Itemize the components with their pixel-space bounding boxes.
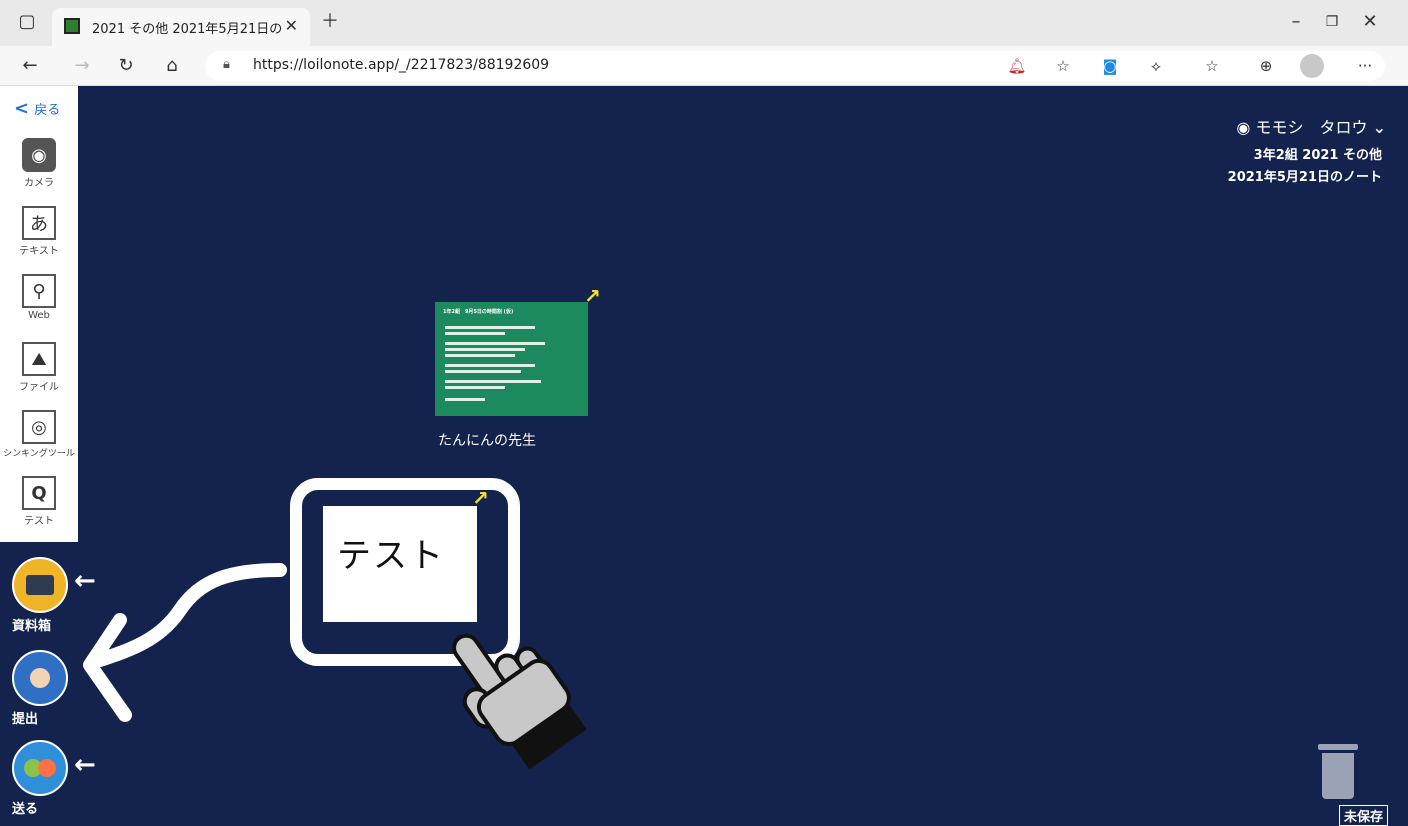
chevron-left-icon: < (14, 98, 30, 119)
tool-label: テスト (24, 516, 54, 527)
tool-label: カメラ (24, 178, 54, 189)
reload-icon[interactable]: ↻ (114, 54, 138, 78)
forward-arrow-icon[interactable]: → (70, 54, 94, 78)
image-file-icon: ⛰ (22, 342, 56, 376)
tool-thinking[interactable]: ◎ シンキングツール (0, 410, 78, 459)
new-tab-icon[interactable]: ＋ (318, 10, 342, 34)
text-icon: あ (22, 206, 56, 240)
tool-label: テキスト (19, 246, 59, 257)
arrow-left-icon: ← (74, 750, 96, 780)
screen-capture-icon[interactable]: ◙ (1098, 54, 1122, 78)
tool-test[interactable]: Q テスト (0, 476, 78, 527)
extensions-icon[interactable]: ⟡ (1144, 54, 1168, 78)
tool-label: Web (28, 310, 50, 321)
restore-icon[interactable]: ❐ (1320, 10, 1344, 34)
tool-web[interactable]: ⚲ Web (0, 274, 78, 321)
tool-label: シンキングツール (3, 449, 75, 459)
back-button[interactable]: < 戻る (14, 98, 60, 119)
card-thumbnail[interactable]: テスト (323, 506, 477, 622)
notification-blocked-icon[interactable]: 🔔︎ (1005, 54, 1029, 78)
back-label: 戻る (34, 103, 61, 118)
close-window-icon[interactable]: ✕ (1358, 10, 1382, 34)
tab-actions-icon[interactable]: ▢ (14, 10, 40, 34)
tab-title: 2021 その他 2021年5月21日のノ- (92, 22, 282, 37)
open-card-arrow-icon[interactable]: ↗ (584, 284, 601, 308)
browser-nav-bar: ← → ↻ ⌂ 🔒︎ https://loilonote.app/_/22178… (0, 46, 1408, 86)
thumb-text: テスト (337, 536, 445, 576)
back-arrow-icon[interactable]: ← (18, 54, 42, 78)
card-thumbnail[interactable]: 1年2組 9月5日の時間割 (仮) (435, 302, 588, 416)
thinking-tool-icon: ◎ (22, 410, 56, 444)
tool-label: ファイル (19, 382, 59, 393)
user-name: モモシ タロウ (1255, 118, 1368, 137)
annotation-arrow-icon (83, 563, 287, 722)
profile-avatar-icon[interactable] (1300, 54, 1324, 78)
favorites-icon[interactable]: ☆ (1200, 54, 1224, 78)
pointing-hand-icon (452, 633, 587, 770)
browser-tab-bar: ▢ 2021 その他 2021年5月21日のノ- ✕ ＋ – ❐ ✕ (0, 0, 1408, 46)
send-label: 送る (12, 802, 39, 817)
test-icon: Q (22, 476, 56, 510)
open-card-arrow-icon[interactable]: ↗ (472, 486, 489, 510)
user-menu[interactable]: ◉ モモシ タロウ ⌄ (1236, 114, 1386, 138)
more-menu-icon[interactable]: ··· (1350, 54, 1380, 78)
chevron-down-icon: ⌄ (1372, 118, 1386, 137)
web-search-icon: ⚲ (22, 274, 56, 308)
minimize-icon[interactable]: – (1284, 10, 1308, 34)
tool-sidebar: < 戻る ◉ カメラ あ テキスト ⚲ Web ⛰ ファイル ◎ シンキングツー… (0, 86, 78, 542)
url-text: https://loilonote.app/_/2217823/88192609 (253, 57, 550, 73)
unsaved-label: 未保存 (1338, 805, 1388, 826)
user-icon: ◉ (1236, 118, 1251, 137)
camera-icon: ◉ (22, 138, 56, 172)
home-icon[interactable]: ⌂ (160, 54, 184, 78)
send-button[interactable]: 送る (12, 740, 68, 817)
add-favorite-icon[interactable]: ☆ (1051, 54, 1075, 78)
trash-icon[interactable] (1318, 744, 1358, 800)
tool-text[interactable]: あ テキスト (0, 206, 78, 257)
browser-tab[interactable]: 2021 その他 2021年5月21日のノ- ✕ (52, 8, 310, 46)
tool-camera[interactable]: ◉ カメラ (0, 138, 78, 189)
send-icon (12, 740, 68, 796)
tool-file[interactable]: ⛰ ファイル (0, 342, 78, 393)
thumb-heading: 1年2組 9月5日の時間割 (仮) (443, 309, 514, 315)
class-info: 3年2組 2021 その他 (1253, 148, 1382, 163)
card-title: たんにんの先生 (438, 433, 536, 449)
collections-icon[interactable]: ⊕ (1254, 54, 1278, 78)
lock-icon: 🔒︎ (223, 57, 230, 72)
site-favicon-icon (64, 18, 80, 34)
tab-close-icon[interactable]: ✕ (285, 16, 298, 35)
note-title: 2021年5月21日のノート (1227, 170, 1382, 185)
